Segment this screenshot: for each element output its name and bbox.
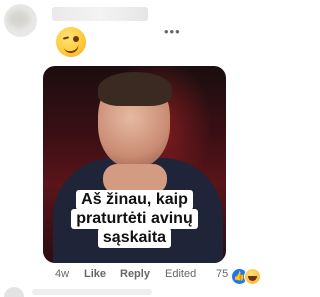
smirk-emoji-icon — [56, 27, 86, 57]
reaction-count[interactable]: 75 — [216, 268, 228, 280]
edited-label[interactable]: Edited — [165, 268, 196, 280]
more-horizontal-icon[interactable]: ••• — [164, 25, 184, 39]
haha-reaction-icon[interactable] — [244, 268, 261, 285]
meme-caption-line-1: Aš žinau, kaip — [76, 190, 193, 210]
next-comment-avatar — [4, 287, 24, 297]
next-comment-blurred — [32, 289, 152, 295]
commenter-name-blurred[interactable] — [52, 7, 148, 21]
commenter-avatar[interactable] — [4, 4, 37, 37]
comment-meme-image[interactable]: Aš žinau, kaip praturtėti avinų sąskaita — [43, 66, 226, 263]
meme-caption-line-3: sąskaita — [97, 228, 172, 248]
meme-caption-line-2: praturtėti avinų — [71, 209, 198, 229]
person-hair — [98, 72, 172, 106]
reply-button[interactable]: Reply — [120, 268, 150, 280]
comment-timestamp[interactable]: 4w — [55, 268, 69, 280]
comment-actions: 4w Like Reply Edited 75 👍 — [55, 268, 285, 285]
meme-caption: Aš žinau, kaip praturtėti avinų sąskaita — [43, 190, 226, 263]
like-button[interactable]: Like — [84, 268, 106, 280]
